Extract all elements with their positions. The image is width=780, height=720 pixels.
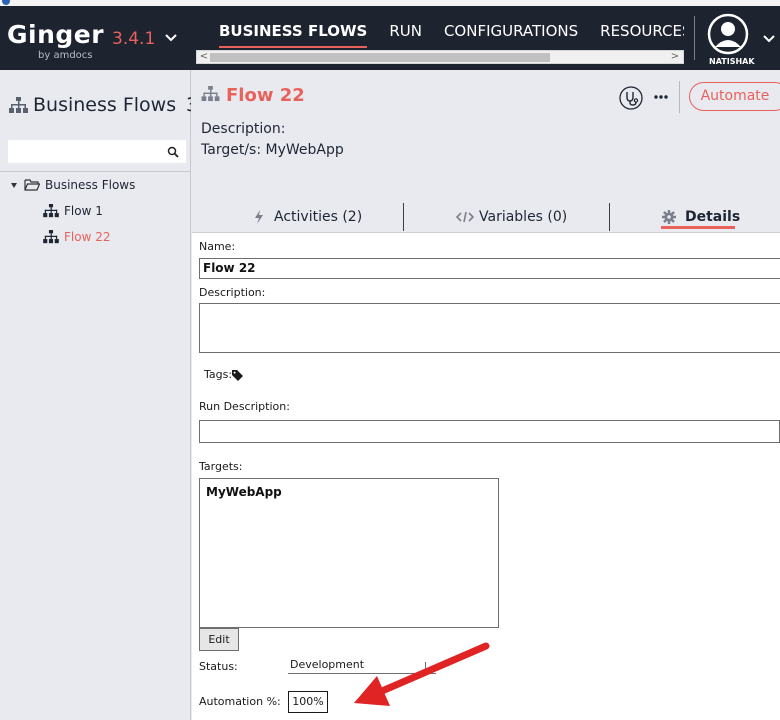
scroll-right-arrow-icon[interactable]: > — [669, 51, 681, 63]
nav-business-flows[interactable]: BUSINESS FLOWS — [208, 6, 378, 48]
automation-percent-field[interactable]: 100% — [288, 691, 328, 713]
chevron-down-icon[interactable] — [163, 32, 179, 44]
tags-label: Tags: — [204, 368, 233, 381]
main-nav: BUSINESS FLOWS RUN CONFIGURATIONS RESOUR… — [208, 6, 684, 48]
sitemap-icon — [201, 86, 220, 102]
targets-summary: Target/s: MyWebApp — [201, 142, 344, 158]
tree-item-flow-22[interactable]: Flow 22 — [64, 230, 110, 244]
active-tab-indicator — [661, 226, 735, 229]
run-description-label: Run Description: — [199, 400, 290, 413]
details-form: Name: Flow 22 Description: Tags: Run Des… — [192, 232, 780, 720]
tree-item-flow-1[interactable]: Flow 1 — [64, 204, 103, 218]
targets-list[interactable]: MyWebApp — [199, 478, 499, 628]
bolt-icon — [255, 210, 263, 224]
nav-resources[interactable]: RESOURCES — [589, 6, 684, 48]
automation-label: Automation %: — [199, 695, 281, 708]
status-select[interactable]: Development — [288, 658, 436, 674]
tab-details-label: Details — [685, 209, 741, 225]
stethoscope-icon[interactable] — [619, 86, 643, 110]
tab-separator — [609, 203, 610, 231]
tab-variables-label: Variables (0) — [479, 209, 568, 225]
tag-icon[interactable] — [232, 370, 243, 381]
tree-root-label[interactable]: Business Flows — [45, 178, 135, 192]
left-panel-title-overflow: 3 — [186, 94, 191, 116]
sitemap-icon — [43, 204, 59, 218]
tab-variables[interactable]: Variables (0) — [456, 203, 567, 231]
user-name: NATISHAK — [709, 57, 755, 66]
left-panel-divider — [0, 171, 191, 172]
more-options-icon[interactable] — [654, 94, 668, 100]
description-label: Description: — [199, 286, 266, 299]
status-label: Status: — [199, 660, 238, 673]
header-divider — [679, 81, 680, 113]
tree-search-input[interactable] — [9, 141, 159, 163]
main-panel: Flow 22 Automate Description: Target/s: … — [192, 70, 780, 720]
targets-label: Targets: — [199, 460, 243, 473]
left-panel-title: Business Flows — [33, 94, 177, 116]
app-logo: Ginger — [7, 20, 105, 49]
automate-button[interactable]: Automate — [689, 82, 780, 111]
app-logo-subtitle: by amdocs — [38, 50, 93, 61]
user-avatar-icon[interactable] — [707, 13, 749, 55]
edit-targets-button[interactable]: Edit — [199, 628, 239, 651]
window-icon — [2, 0, 10, 5]
chevron-down-icon[interactable] — [762, 34, 776, 44]
flow-title: Flow 22 — [226, 85, 305, 106]
scroll-thumb[interactable] — [210, 53, 550, 62]
gear-icon — [662, 210, 676, 224]
scroll-left-arrow-icon[interactable]: < — [198, 51, 210, 63]
search-icon[interactable] — [167, 146, 179, 158]
tab-activities-label: Activities (2) — [274, 209, 363, 225]
description-summary: Description: — [201, 121, 286, 137]
run-description-field[interactable] — [199, 420, 780, 443]
left-panel: Business Flows 3 Business Flows Flow 1 F… — [0, 70, 191, 720]
status-dropdown-divider — [425, 662, 426, 673]
sitemap-icon — [9, 97, 28, 113]
folder-open-icon — [24, 179, 40, 191]
main-nav-viewport: BUSINESS FLOWS RUN CONFIGURATIONS RESOUR… — [196, 6, 684, 48]
app-window: Ginger by amdocs 3.4.1 BUSINESS FLOWS RU… — [0, 0, 780, 720]
nav-scrollbar[interactable]: < > — [196, 50, 684, 64]
name-field[interactable]: Flow 22 — [199, 258, 780, 279]
tree-search-box[interactable] — [8, 140, 186, 163]
tab-activities[interactable]: Activities (2) — [254, 203, 362, 231]
status-select-value: Development — [290, 658, 365, 671]
name-field-value: Flow 22 — [203, 261, 256, 275]
target-item[interactable]: MyWebApp — [206, 485, 282, 499]
tab-separator — [403, 203, 404, 231]
code-icon — [456, 211, 474, 223]
name-label: Name: — [199, 240, 236, 253]
sitemap-icon — [43, 230, 59, 244]
top-bar: Ginger by amdocs 3.4.1 BUSINESS FLOWS RU… — [0, 0, 780, 70]
nav-configurations[interactable]: CONFIGURATIONS — [433, 6, 589, 48]
version-label[interactable]: 3.4.1 — [112, 29, 155, 49]
nav-run[interactable]: RUN — [378, 6, 433, 48]
tree-expand-icon[interactable] — [10, 181, 18, 189]
description-field[interactable] — [199, 303, 780, 353]
nav-divider — [694, 16, 695, 60]
